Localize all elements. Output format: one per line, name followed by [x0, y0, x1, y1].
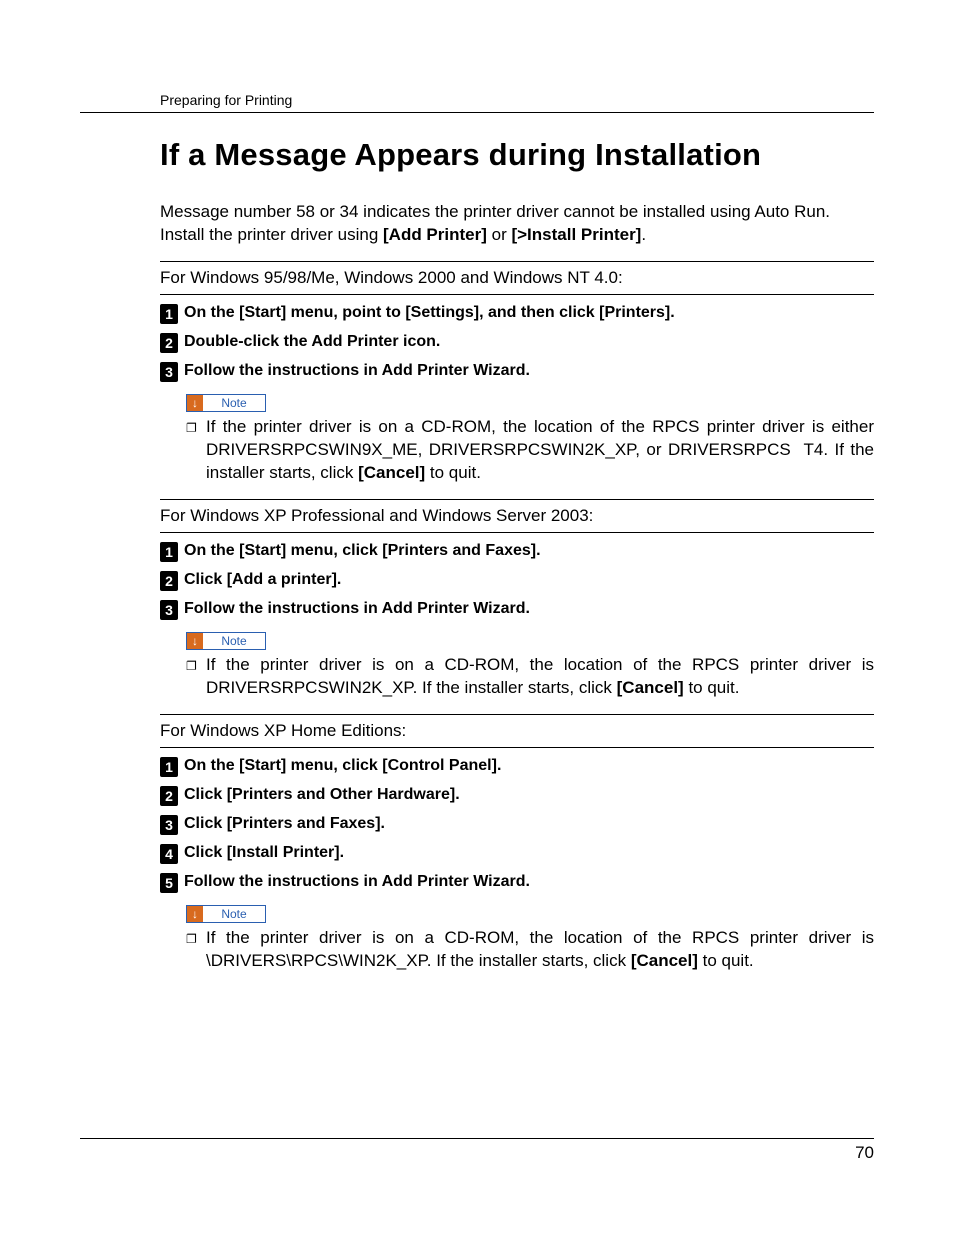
step: 2 Double-click the Add Printer icon.	[160, 332, 874, 353]
step-text: Click [Add a printer].	[184, 570, 341, 591]
step: 2 Click [Printers and Other Hardware].	[160, 785, 874, 806]
step-text: Follow the instructions in Add Printer W…	[184, 361, 530, 382]
step-number-icon: 2	[160, 571, 178, 591]
section-heading: For Windows 95/98/Me, Windows 2000 and W…	[160, 268, 874, 295]
note-body: If the printer driver is on a CD-ROM, th…	[186, 416, 874, 485]
step-number-icon: 4	[160, 844, 178, 864]
procedure-section: For Windows XP Home Editions: 1 On the [St…	[160, 714, 874, 973]
document-page: Preparing for Printing If a Message Appe…	[0, 0, 954, 1235]
step: 3 Follow the instructions in Add Printer …	[160, 361, 874, 382]
down-arrow-icon: ↓	[187, 906, 203, 922]
note-badge: ↓Note	[186, 905, 266, 923]
note-badge: ↓Note	[186, 632, 266, 650]
down-arrow-icon: ↓	[187, 633, 203, 649]
step: 2 Click [Add a printer].	[160, 570, 874, 591]
step-text: On the [Start] menu, point to [Settings]…	[184, 303, 675, 324]
step: 1 On the [Start] menu, click [Printers an…	[160, 541, 874, 562]
step-number-icon: 3	[160, 362, 178, 382]
procedure-section: For Windows XP Professional and Windows …	[160, 499, 874, 700]
step-text: Follow the instructions in Add Printer W…	[184, 599, 530, 620]
step: 1 On the [Start] menu, click [Control Pan…	[160, 756, 874, 777]
note-text: If the printer driver is on a CD-ROM, th…	[206, 927, 874, 973]
step-number-icon: 3	[160, 815, 178, 835]
step-text: On the [Start] menu, click [Printers and…	[184, 541, 541, 562]
step: 3 Follow the instructions in Add Printer …	[160, 599, 874, 620]
step-text: Click [Install Printer].	[184, 843, 344, 864]
step-text: Click [Printers and Other Hardware].	[184, 785, 460, 806]
down-arrow-icon: ↓	[187, 395, 203, 411]
step-number-icon: 2	[160, 786, 178, 806]
step-text: Click [Printers and Faxes].	[184, 814, 385, 835]
page-title: If a Message Appears during Installation	[160, 137, 874, 173]
step-text: Follow the instructions in Add Printer W…	[184, 872, 530, 893]
note-label: Note	[203, 634, 265, 648]
procedure-section: For Windows 95/98/Me, Windows 2000 and W…	[160, 261, 874, 485]
section-heading: For Windows XP Professional and Windows …	[160, 506, 874, 533]
step: 3 Click [Printers and Faxes].	[160, 814, 874, 835]
step-number-icon: 2	[160, 333, 178, 353]
note-body: If the printer driver is on a CD-ROM, th…	[186, 654, 874, 700]
section-heading: For Windows XP Home Editions:	[160, 721, 874, 748]
step-number-icon: 1	[160, 542, 178, 562]
step: 5 Follow the instructions in Add Printer …	[160, 872, 874, 893]
intro-paragraph: Message number 58 or 34 indicates the pr…	[160, 201, 874, 247]
note-label: Note	[203, 396, 265, 410]
step-text: Double-click the Add Printer icon.	[184, 332, 440, 353]
step-number-icon: 5	[160, 873, 178, 893]
note-body: If the printer driver is on a CD-ROM, th…	[186, 927, 874, 973]
step-number-icon: 1	[160, 757, 178, 777]
note-bullet-icon	[186, 416, 198, 485]
step-text: On the [Start] menu, click [Control Pane…	[184, 756, 501, 777]
note-bullet-icon	[186, 654, 198, 700]
note-text: If the printer driver is on a CD-ROM, th…	[206, 416, 874, 485]
step: 1 On the [Start] menu, point to [Settings…	[160, 303, 874, 324]
page-number: 70	[80, 1138, 874, 1163]
page-content: If a Message Appears during Installation…	[80, 137, 874, 972]
step: 4 Click [Install Printer].	[160, 843, 874, 864]
note-label: Note	[203, 907, 265, 921]
running-head: Preparing for Printing	[80, 92, 874, 113]
step-number-icon: 3	[160, 600, 178, 620]
step-number-icon: 1	[160, 304, 178, 324]
note-text: If the printer driver is on a CD-ROM, th…	[206, 654, 874, 700]
note-bullet-icon	[186, 927, 198, 973]
note-badge: ↓Note	[186, 394, 266, 412]
